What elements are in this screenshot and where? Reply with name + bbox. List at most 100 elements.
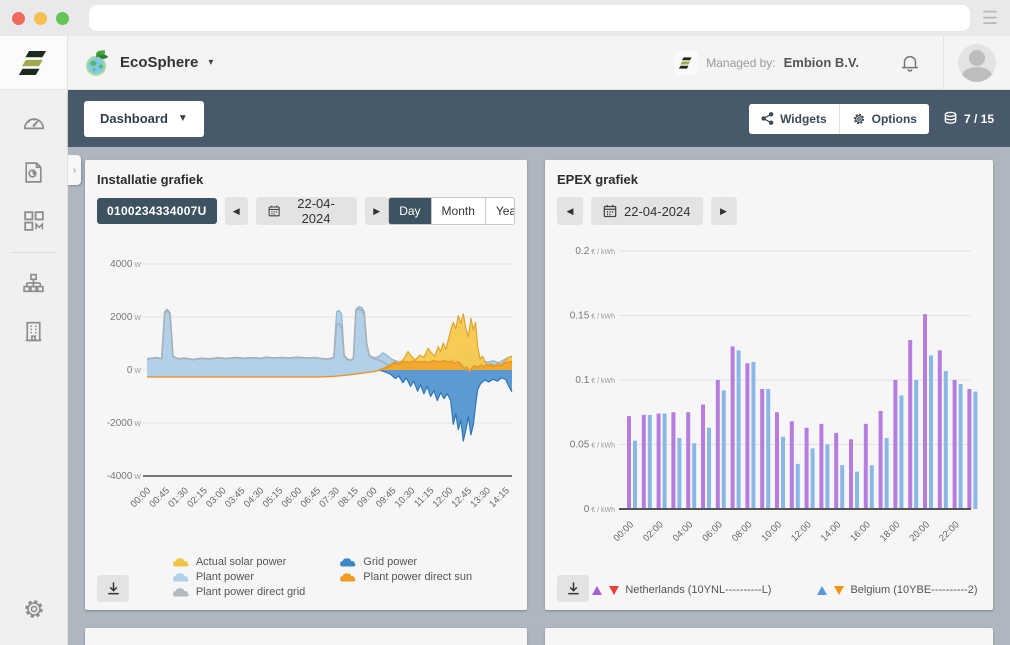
- next-date-button[interactable]: ▶: [711, 197, 737, 225]
- legend-item: Plant power direct sun: [339, 571, 472, 583]
- sidebar-item-widgets[interactable]: [14, 200, 54, 240]
- date-picker-button[interactable]: 22-04-2024: [591, 197, 703, 225]
- svg-text:06:45: 06:45: [298, 485, 323, 510]
- date-picker-button[interactable]: 22-04-2024: [256, 197, 357, 225]
- download-icon: [106, 581, 121, 596]
- managed-by-value: Embion B.V.: [784, 55, 859, 70]
- notifications-button[interactable]: [877, 36, 943, 89]
- download-chart-button[interactable]: [557, 575, 589, 602]
- legend-marker-icon: [172, 586, 190, 598]
- sidebar-item-sitemap[interactable]: [14, 263, 54, 303]
- avatar: [958, 44, 996, 82]
- range-day-button[interactable]: Day: [389, 198, 430, 224]
- browser-menu-icon[interactable]: ☰: [982, 9, 998, 27]
- svg-text:09:45: 09:45: [374, 485, 399, 510]
- widget-title: EPEX grafiek: [557, 172, 981, 187]
- legend-item: Grid power: [339, 556, 472, 568]
- svg-text:0W: 0W: [127, 365, 142, 376]
- legend-marker-icon: [339, 556, 357, 568]
- svg-text:03:45: 03:45: [223, 485, 248, 510]
- bell-icon: [899, 52, 921, 74]
- svg-text:09:00: 09:00: [355, 485, 380, 510]
- range-month-button[interactable]: Month: [431, 198, 485, 224]
- close-window-button[interactable]: [12, 12, 25, 25]
- svg-text:06:00: 06:00: [700, 519, 725, 544]
- previous-date-button[interactable]: ◀: [557, 197, 583, 225]
- chart-legend: Netherlands (10YNL----------L)Belgium (1…: [589, 584, 981, 602]
- svg-text:00:00: 00:00: [612, 519, 637, 544]
- sidebar-divider: [11, 252, 57, 253]
- app-header: EcoSphere ▾ Managed by: Embion: [68, 36, 1010, 90]
- previous-date-button[interactable]: ◀: [225, 197, 248, 225]
- installation-serial-badge[interactable]: 0100234334007U: [97, 198, 217, 224]
- embion-logo[interactable]: [0, 36, 67, 90]
- gear-icon: [852, 112, 866, 126]
- selected-date: 22-04-2024: [624, 204, 691, 219]
- app-brand-selector[interactable]: EcoSphere ▾: [82, 48, 213, 78]
- chevron-down-icon: ▼: [178, 113, 188, 124]
- svg-text:18:00: 18:00: [878, 519, 903, 544]
- managed-by-label: Managed by:: [706, 56, 775, 70]
- user-menu[interactable]: [943, 36, 1010, 89]
- svg-text:0€ / kWh: 0€ / kWh: [584, 504, 615, 515]
- dashboard-selector-label: Dashboard: [100, 111, 168, 126]
- svg-text:06:00: 06:00: [280, 485, 305, 510]
- svg-text:2000W: 2000W: [110, 312, 141, 323]
- legend-item: Plant power direct grid: [172, 586, 305, 598]
- svg-text:05:15: 05:15: [261, 485, 286, 510]
- widgets-grid-icon: [21, 208, 46, 233]
- sidebar-item-settings[interactable]: [14, 589, 54, 629]
- widget-card-partial: [545, 628, 993, 645]
- range-toggle: Day Month Year: [388, 197, 515, 225]
- minimize-window-button[interactable]: [34, 12, 47, 25]
- url-bar[interactable]: [89, 5, 970, 31]
- svg-text:22:00: 22:00: [937, 519, 962, 544]
- app-name: EcoSphere: [120, 54, 198, 71]
- download-chart-button[interactable]: [97, 575, 129, 602]
- sidebar-expander[interactable]: ›: [68, 155, 81, 185]
- legend-marker-icon: [172, 556, 190, 568]
- triangle-down-icon: [834, 586, 844, 595]
- svg-text:16:00: 16:00: [848, 519, 873, 544]
- embion-mini-logo: [674, 51, 698, 75]
- widgets-button[interactable]: Widgets: [749, 104, 839, 134]
- svg-text:0.2€ / kWh: 0.2€ / kWh: [575, 246, 615, 257]
- svg-text:07:30: 07:30: [317, 485, 342, 510]
- svg-text:12:00: 12:00: [789, 519, 814, 544]
- svg-text:10:30: 10:30: [393, 485, 418, 510]
- building-icon: [21, 319, 46, 344]
- svg-text:14:00: 14:00: [819, 519, 844, 544]
- svg-text:0.15€ / kWh: 0.15€ / kWh: [570, 311, 615, 322]
- legend-marker-icon: [172, 571, 190, 583]
- dashboard-toolbar: Dashboard ▼ Widgets: [68, 90, 1010, 147]
- calendar-icon: [603, 204, 617, 218]
- maximize-window-button[interactable]: [56, 12, 69, 25]
- sidebar-item-organisation[interactable]: [14, 311, 54, 351]
- range-year-button[interactable]: Year: [485, 198, 515, 224]
- next-date-button[interactable]: ▶: [365, 197, 388, 225]
- svg-text:08:00: 08:00: [730, 519, 755, 544]
- dashboard-content: › Installatie grafiek 0100234334007U ◀: [68, 147, 1010, 645]
- svg-text:02:15: 02:15: [185, 485, 210, 510]
- settings-gear-icon: [22, 597, 46, 621]
- triangle-down-icon: [609, 586, 619, 595]
- options-button[interactable]: Options: [839, 104, 929, 134]
- svg-text:01:30: 01:30: [166, 485, 191, 510]
- sidebar-item-reports[interactable]: [14, 152, 54, 192]
- svg-text:11:15: 11:15: [412, 485, 436, 509]
- epex-grafiek-widget: EPEX grafiek ◀ 22-04-2024: [545, 160, 993, 610]
- svg-text:12:45: 12:45: [449, 485, 474, 510]
- svg-text:03:00: 03:00: [204, 485, 229, 510]
- epex-price-chart[interactable]: 0.2€ / kWh0.15€ / kWh0.1€ / kWh0.05€ / k…: [557, 231, 981, 561]
- installation-power-chart[interactable]: 4000W2000W0W-2000W-4000W00:0000:4501:300…: [97, 231, 515, 531]
- svg-text:04:30: 04:30: [242, 485, 267, 510]
- legend-item: Actual solar power: [172, 556, 305, 568]
- calendar-icon: [268, 204, 280, 218]
- sidebar-item-dashboard[interactable]: [14, 104, 54, 144]
- download-icon: [566, 581, 581, 596]
- ecosphere-logo-icon: [82, 48, 112, 78]
- report-document-icon: [21, 160, 46, 185]
- managed-by: Managed by: Embion B.V.: [674, 51, 877, 75]
- svg-text:4000W: 4000W: [110, 259, 141, 270]
- dashboard-selector-button[interactable]: Dashboard ▼: [84, 101, 204, 137]
